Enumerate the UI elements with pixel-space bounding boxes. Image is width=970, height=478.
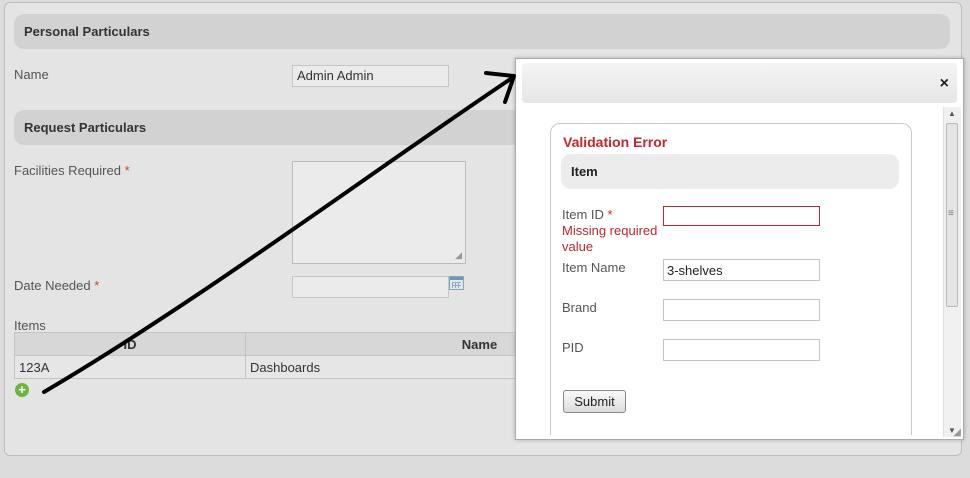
validation-error-title: Validation Error: [563, 134, 668, 150]
facilities-label: Facilities Required *: [14, 163, 130, 178]
missing-value-error: Missing required value: [562, 223, 658, 254]
name-field[interactable]: Admin Admin: [292, 65, 449, 87]
item-section-header: Item: [561, 154, 899, 189]
item-name-label: Item Name: [562, 260, 626, 275]
date-needed-input[interactable]: [292, 276, 449, 298]
brand-input[interactable]: [663, 299, 820, 321]
validation-modal: × Validation Error Item Item ID * Missin…: [515, 58, 964, 440]
items-label: Items: [14, 318, 46, 333]
item-form: Validation Error Item Item ID * Missing …: [550, 123, 912, 435]
name-value: Admin Admin: [297, 68, 374, 83]
required-marker: *: [124, 163, 130, 178]
item-id-input[interactable]: [663, 206, 820, 226]
pid-label: PID: [562, 340, 584, 355]
calendar-icon[interactable]: [449, 276, 464, 290]
name-label: Name: [14, 67, 49, 82]
column-header-id[interactable]: ID: [14, 332, 246, 356]
facilities-textarea[interactable]: ◢: [292, 161, 466, 264]
modal-scrollbar[interactable]: ▲ ▼: [943, 107, 961, 437]
scroll-thumb[interactable]: [946, 123, 958, 307]
item-id-label: Item ID *: [562, 207, 613, 222]
personal-particulars-header: Personal Particulars: [14, 14, 950, 49]
required-marker: *: [607, 207, 613, 222]
cell-id: 123A: [14, 355, 246, 379]
required-marker: *: [94, 278, 100, 293]
pid-input[interactable]: [663, 339, 820, 361]
brand-label: Brand: [562, 300, 597, 315]
modal-titlebar[interactable]: ×: [522, 63, 957, 103]
item-name-input[interactable]: [663, 259, 820, 281]
add-circle-icon[interactable]: +: [15, 383, 29, 397]
submit-button[interactable]: Submit: [563, 390, 626, 413]
resize-grip-icon[interactable]: ◢: [455, 250, 462, 261]
scroll-up-icon[interactable]: ▲: [948, 109, 956, 118]
date-needed-label: Date Needed *: [14, 278, 100, 293]
resize-grip-icon[interactable]: ◢: [953, 427, 961, 438]
close-icon[interactable]: ×: [940, 76, 949, 92]
modal-body: Validation Error Item Item ID * Missing …: [516, 107, 943, 435]
